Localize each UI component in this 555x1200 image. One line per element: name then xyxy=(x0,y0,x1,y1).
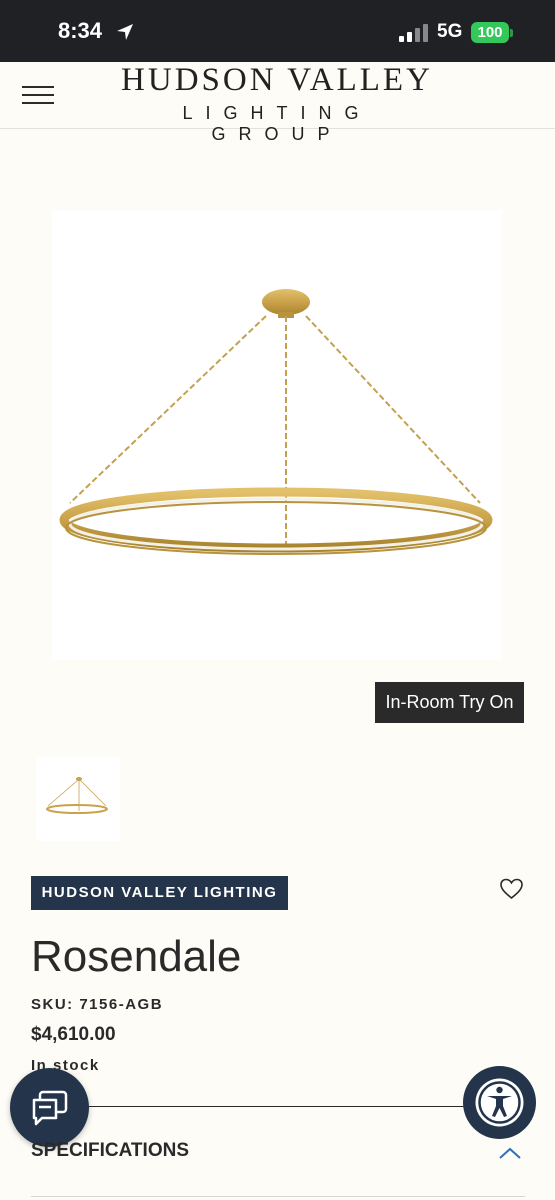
in-room-try-on-button[interactable]: In-Room Try On xyxy=(375,682,524,723)
divider-bottom xyxy=(31,1196,525,1197)
battery-indicator: 100 xyxy=(471,22,509,43)
chat-icon xyxy=(32,1090,68,1126)
chat-button[interactable] xyxy=(10,1068,89,1147)
accessibility-icon xyxy=(475,1078,524,1127)
specifications-header[interactable]: SPECIFICATIONS xyxy=(31,1140,189,1162)
product-image[interactable] xyxy=(52,210,502,660)
status-time: 8:34 xyxy=(58,18,103,43)
product-name: Rosendale xyxy=(31,932,242,981)
thumbnail-image xyxy=(46,777,108,814)
product-thumbnail[interactable] xyxy=(36,757,120,841)
signal-icon xyxy=(399,24,428,42)
heart-icon[interactable] xyxy=(499,877,524,901)
site-header: HUDSON VALLEY LIGHTING GROUP xyxy=(0,62,555,144)
battery-level: 100 xyxy=(477,24,503,41)
divider xyxy=(31,1106,525,1107)
product-sku: SKU: 7156-AGB xyxy=(31,996,164,1013)
menu-icon[interactable] xyxy=(22,86,54,104)
chandelier-image xyxy=(59,289,493,555)
status-bar: 8:34 5G 100 xyxy=(0,0,555,62)
brand-logo-top[interactable]: HUDSON VALLEY xyxy=(112,62,442,99)
chevron-up-icon[interactable] xyxy=(498,1146,522,1160)
brand-badge[interactable]: HUDSON VALLEY LIGHTING xyxy=(31,876,288,910)
product-price: $4,610.00 xyxy=(31,1024,116,1045)
brand-logo-bottom[interactable]: LIGHTING GROUP xyxy=(112,103,442,145)
location-arrow-icon xyxy=(117,24,133,40)
battery-cap xyxy=(510,29,513,37)
network-label: 5G xyxy=(437,21,463,42)
accessibility-button[interactable] xyxy=(463,1066,536,1139)
